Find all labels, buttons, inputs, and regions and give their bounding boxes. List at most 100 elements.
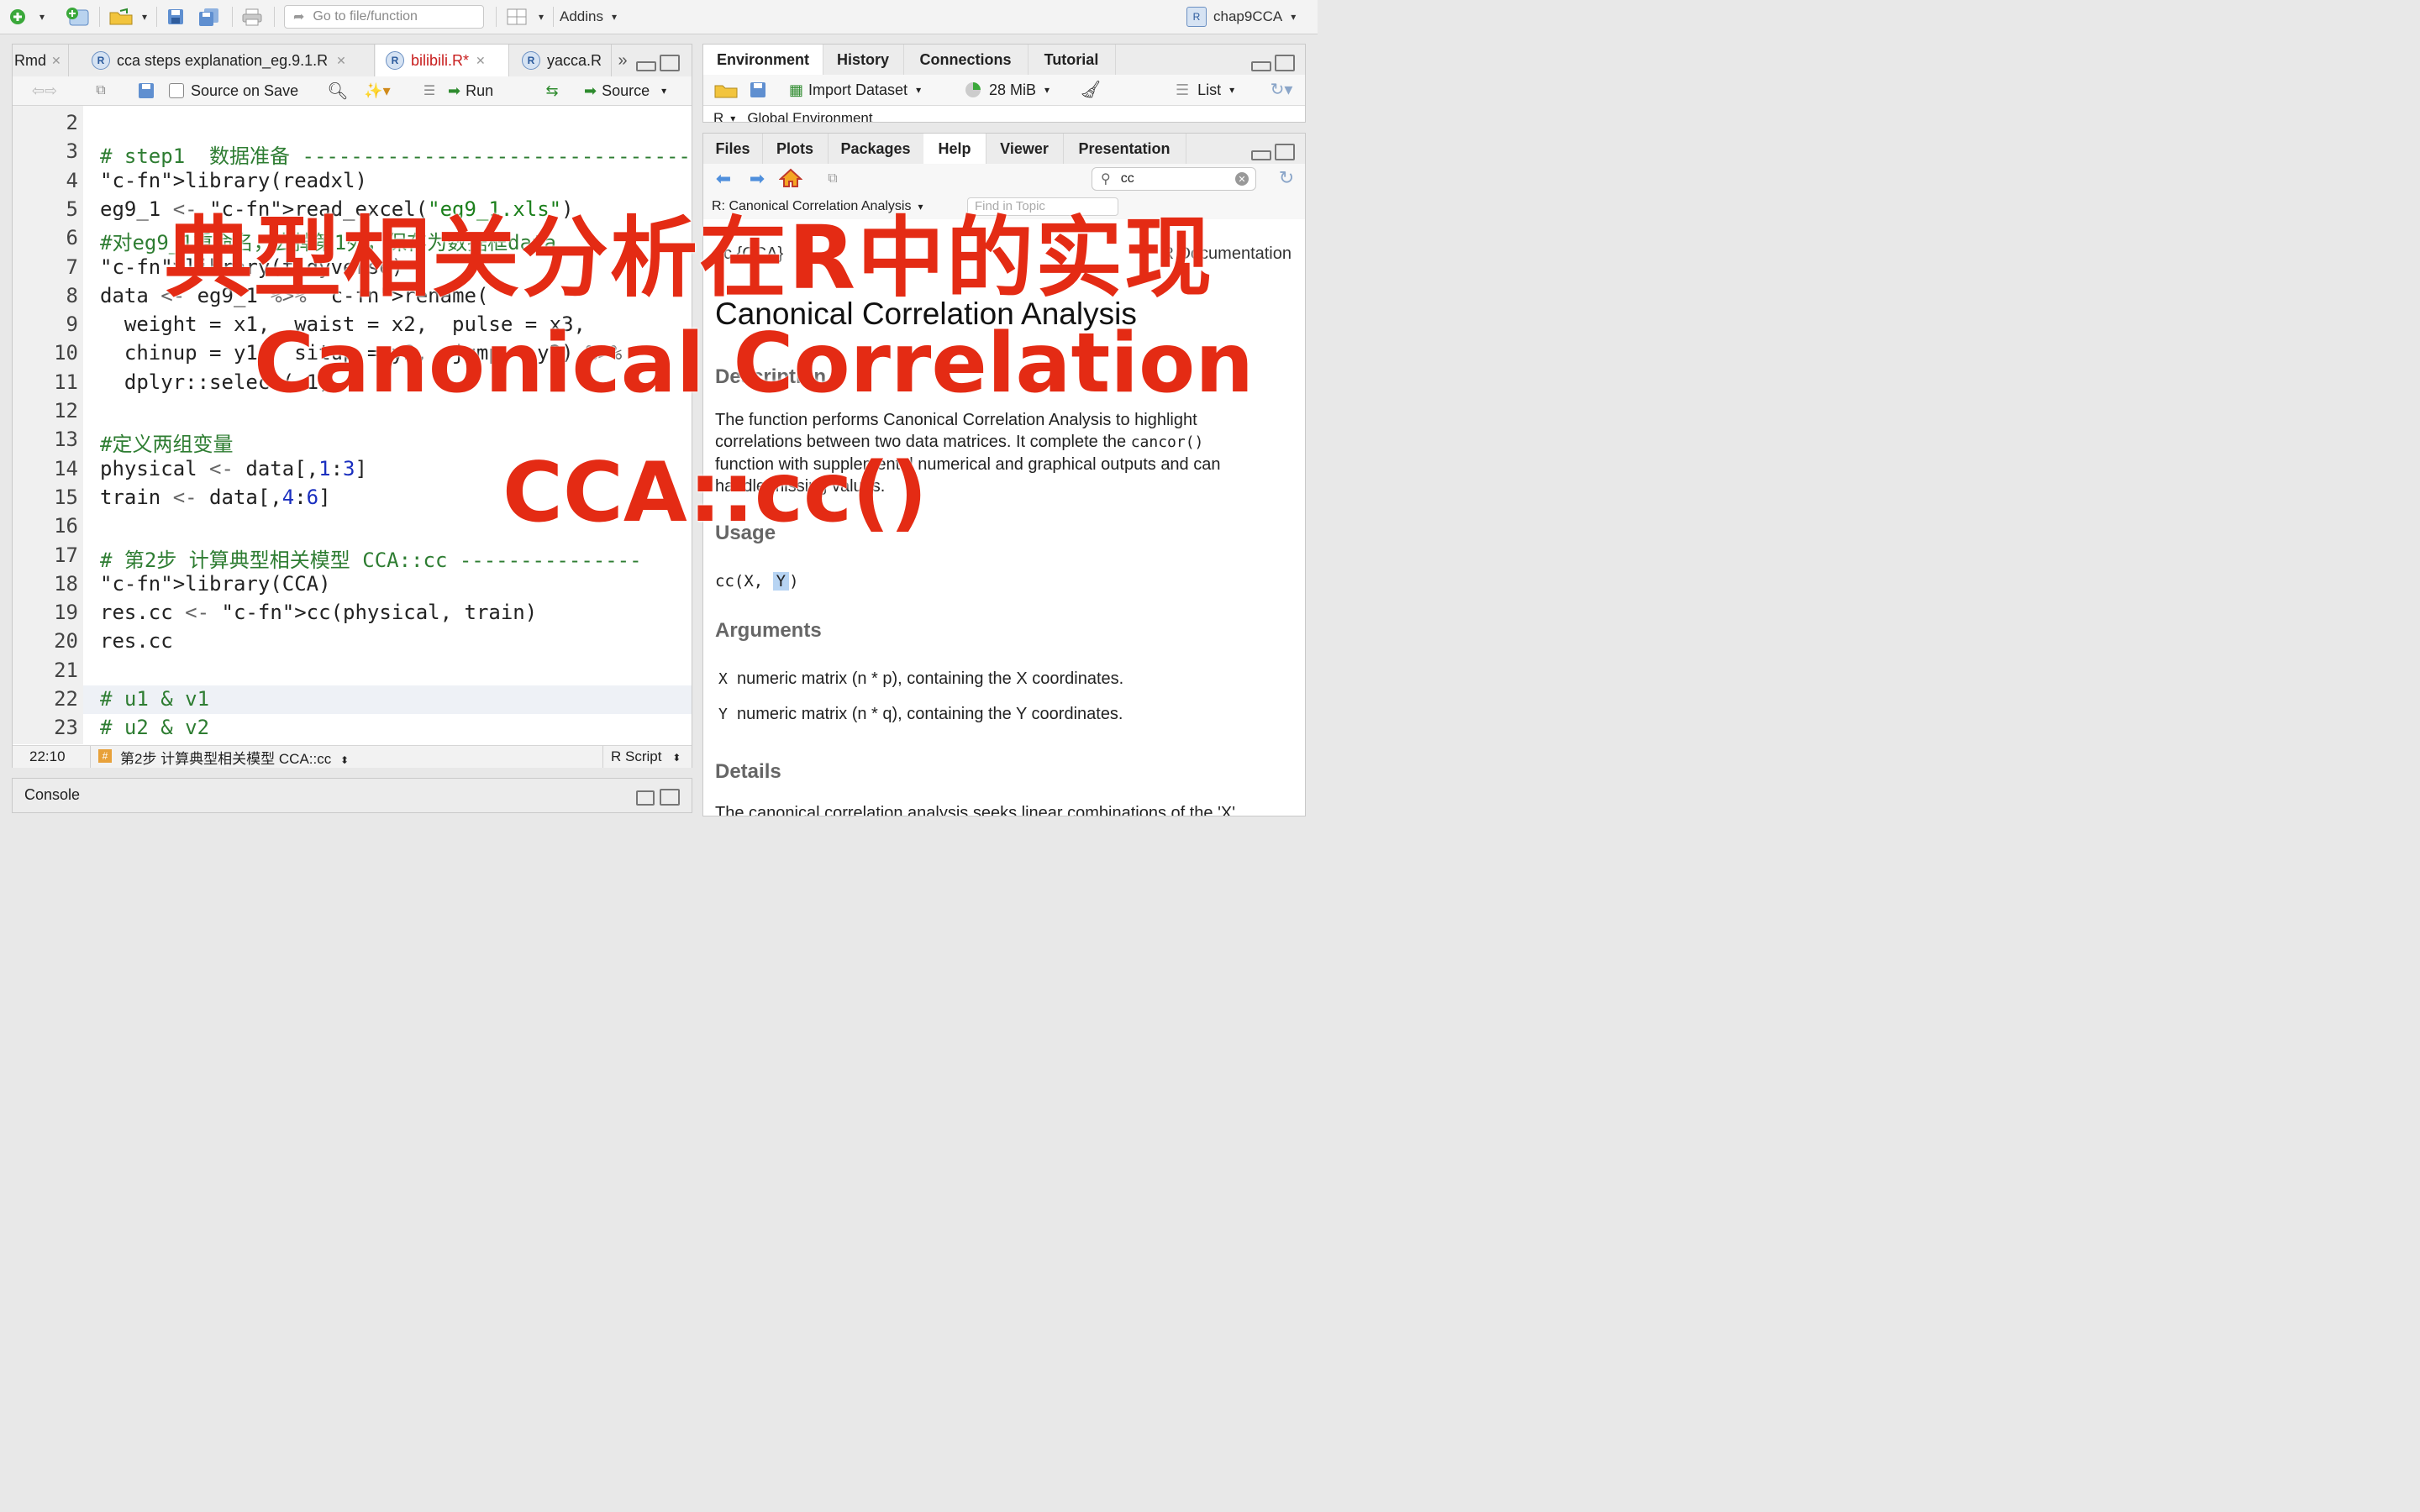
tab-cca-steps[interactable]: R cca steps explanation_eg.9.1.R ✕ (80, 45, 375, 76)
tab-packages[interactable]: Packages (828, 134, 924, 164)
addins-label: Addins (560, 8, 603, 24)
compile-report-icon[interactable]: ☰ (419, 81, 439, 100)
checkbox-icon[interactable] (169, 83, 184, 98)
editor-tab-strip: Rmd ✕ R cca steps explanation_eg.9.1.R ✕… (13, 45, 692, 77)
code-line[interactable]: # step1 数据准备 ---------------------------… (100, 139, 692, 169)
refresh-icon[interactable]: ↻▾ (1265, 78, 1298, 100)
list-view-button[interactable]: ☰ List ▾ (1176, 80, 1234, 100)
back-forward-icon[interactable]: ⇦⇨ (24, 81, 65, 100)
table-import-icon: ▦ (789, 81, 804, 98)
overlay-title-function: CCA::cc() (502, 445, 928, 541)
source-button[interactable]: ➡ Source ▾ (584, 81, 666, 101)
tab-environment[interactable]: Environment (703, 45, 823, 75)
tab-rmd[interactable]: Rmd ✕ (13, 45, 69, 76)
minimize-icon[interactable] (636, 61, 656, 71)
environment-scope-selector[interactable]: R ▾ Global Environment (713, 110, 873, 123)
goto-arrow-icon: ➦ (293, 10, 305, 24)
search-icon[interactable]: 🔍︎ (327, 81, 349, 101)
code-line[interactable]: train <- data[,4:6] (100, 486, 331, 509)
tab-history[interactable]: History (823, 45, 904, 75)
print-icon[interactable] (239, 5, 266, 29)
close-icon[interactable]: ✕ (336, 54, 346, 68)
line-number: 10 (54, 341, 78, 365)
line-number: 13 (54, 428, 78, 452)
updown-icon: ⬍ (672, 752, 681, 764)
new-file-icon[interactable] (5, 5, 30, 29)
line-number: 19 (54, 601, 78, 625)
updown-icon: ⬍ (339, 753, 350, 766)
code-line[interactable]: "c-fn">library(CCA) (100, 572, 331, 596)
code-line[interactable]: # u1 & v1 (100, 687, 209, 711)
source-on-save-toggle[interactable]: Source on Save (169, 81, 298, 101)
rerun-icon[interactable]: ⇆ (537, 81, 567, 101)
code-tools-wand-icon[interactable]: ✨▾ (359, 81, 396, 101)
memory-usage-button[interactable]: 28 MiB ▾ (965, 80, 1050, 100)
new-project-icon[interactable] (62, 5, 92, 29)
line-number: 22 (54, 687, 78, 711)
open-file-icon[interactable] (106, 5, 136, 29)
chevron-down-icon: ▾ (730, 113, 736, 123)
tab-tutorial[interactable]: Tutorial (1028, 45, 1116, 75)
tab-yacca[interactable]: R yacca.R (512, 45, 612, 76)
save-icon[interactable] (163, 5, 188, 29)
load-workspace-icon[interactable] (712, 80, 740, 100)
maximize-icon[interactable] (1275, 55, 1295, 71)
goto-file-function-input[interactable]: ➦ Go to file/function (284, 5, 484, 29)
help-details-heading: Details (715, 760, 781, 783)
chevron-down-icon: ▾ (1291, 11, 1297, 23)
tab-viewer[interactable]: Viewer (986, 134, 1064, 164)
close-icon[interactable]: ✕ (476, 54, 486, 68)
tab-help[interactable]: Help (923, 134, 986, 164)
tab-presentation[interactable]: Presentation (1063, 134, 1186, 164)
save-all-icon[interactable] (195, 5, 224, 29)
line-number: 5 (66, 197, 78, 221)
console-pane[interactable]: Console (12, 778, 692, 813)
chevron-down-icon[interactable]: ▾ (138, 5, 151, 29)
chevron-down-icon[interactable]: ▾ (534, 5, 548, 29)
code-line[interactable]: # u2 & v2 (100, 716, 209, 739)
clear-broom-icon[interactable]: 🧹︎ (1078, 78, 1103, 100)
line-number: 23 (54, 716, 78, 740)
project-menu[interactable]: R chap9CCA ▾ (1186, 5, 1296, 29)
maximize-icon[interactable] (1275, 144, 1295, 160)
section-navigator[interactable]: 第2步 计算典型相关模型 CCA::cc ⬍ (120, 747, 349, 768)
tab-files[interactable]: Files (703, 134, 763, 164)
project-name: chap9CCA (1213, 8, 1283, 24)
r-language-label: R (713, 110, 724, 123)
r-file-icon: R (92, 51, 110, 70)
code-line[interactable]: res.cc <- "c-fn">cc(physical, train) (100, 601, 537, 624)
main-toolbar: ▾ ▾ ➦ Go to file/function ▾ Addins ▾ R c… (0, 0, 1318, 34)
environment-pane: Environment History Connections Tutorial… (702, 44, 1306, 123)
tab-bilibili[interactable]: R bilibili.R* ✕ (376, 45, 509, 76)
code-line[interactable]: # 第2步 计算典型相关模型 CCA::cc --------------- (100, 543, 642, 573)
overlay-title-english: Canonical Correlation (254, 316, 1255, 412)
save-workspace-icon[interactable] (747, 80, 769, 100)
restore-icon[interactable] (636, 790, 655, 806)
restore-icon[interactable] (660, 55, 680, 71)
code-line[interactable]: physical <- data[,1:3] (100, 457, 367, 480)
more-tabs-icon[interactable]: » (613, 51, 633, 70)
minimize-icon[interactable] (1251, 150, 1271, 160)
refresh-icon[interactable]: ↻ (1275, 167, 1298, 189)
chevron-down-icon: ▾ (1229, 84, 1235, 96)
addins-menu[interactable]: Addins ▾ (560, 5, 617, 29)
chevron-down-icon: ▾ (611, 11, 618, 23)
minimize-icon[interactable] (1251, 61, 1271, 71)
pane-layout-icon[interactable] (504, 5, 529, 29)
show-in-window-icon[interactable]: ⧉ (90, 81, 112, 100)
close-icon[interactable]: ✕ (51, 54, 61, 68)
import-dataset-button[interactable]: ▦ Import Dataset ▾ (789, 80, 921, 100)
editor-status-bar: 22:10 # 第2步 计算典型相关模型 CCA::cc ⬍ R Script … (13, 745, 692, 768)
code-line[interactable]: res.cc (100, 629, 173, 653)
clear-search-icon[interactable]: ✕ (1235, 172, 1249, 186)
code-line[interactable]: #定义两组变量 (100, 428, 233, 457)
save-icon[interactable] (135, 81, 157, 100)
tab-connections[interactable]: Connections (903, 45, 1028, 75)
chevron-down-icon[interactable]: ▾ (34, 5, 50, 29)
run-button[interactable]: ➡ Run (448, 81, 493, 101)
line-number: 21 (54, 658, 78, 682)
file-type-selector[interactable]: R Script ⬍ (611, 748, 681, 765)
maximize-icon[interactable] (660, 789, 680, 806)
tab-plots[interactable]: Plots (762, 134, 829, 164)
cursor-position: 22:10 (29, 748, 66, 764)
